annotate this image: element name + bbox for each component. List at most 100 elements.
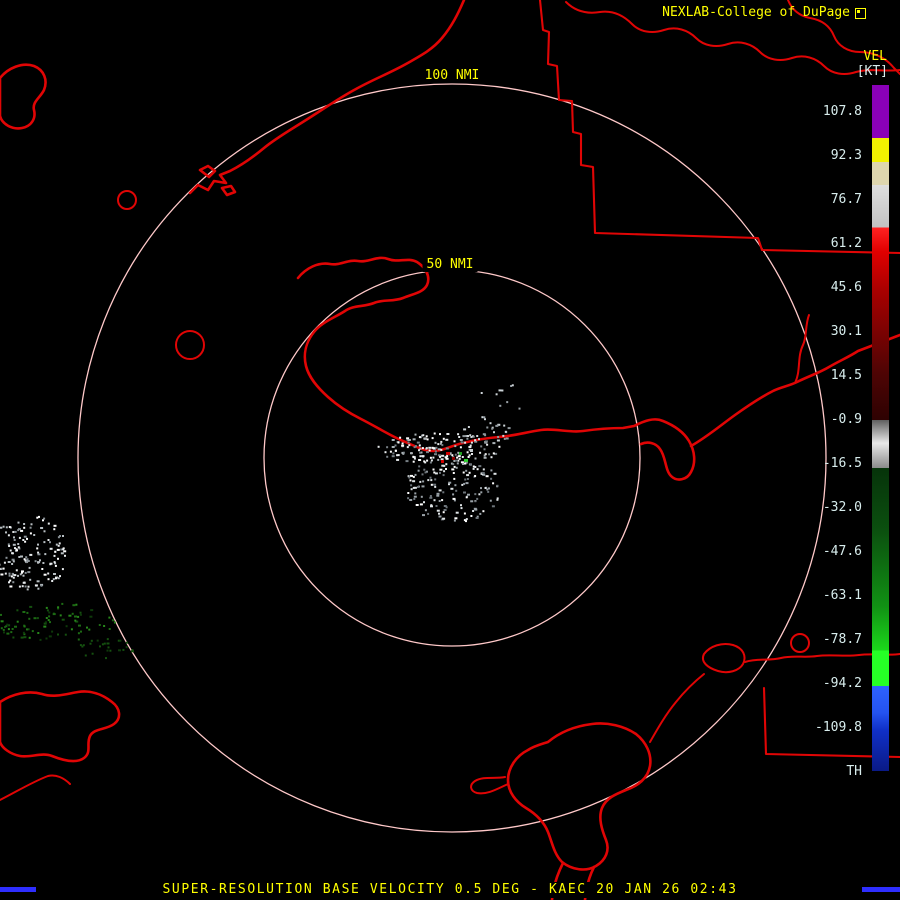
island-northwest-1 <box>198 164 217 179</box>
echo-pixel <box>505 437 509 440</box>
echo-pixel <box>482 433 486 436</box>
echo-pixel <box>48 635 52 638</box>
ring-label-100nmi: 100 NMI <box>420 69 484 83</box>
echo-pixel <box>434 441 437 444</box>
echo-pixel <box>496 484 499 487</box>
echo-pixel <box>45 617 48 619</box>
echo-pixel <box>0 573 4 576</box>
station-flag-icon <box>855 7 866 19</box>
echo-pixel <box>480 445 483 448</box>
echo-pixel <box>53 561 56 564</box>
echo-pixel <box>22 574 25 577</box>
echo-pixel <box>430 459 433 462</box>
echo-pixel <box>125 646 128 649</box>
echo-pixel <box>77 615 80 618</box>
echo-pixel <box>453 477 456 480</box>
echo-pixel <box>453 519 456 522</box>
echo-pixel <box>45 637 48 640</box>
echo-pixel <box>53 528 56 531</box>
echo-pixel <box>410 474 413 477</box>
echo-pixel <box>57 577 60 580</box>
echo-pixel <box>60 552 64 555</box>
echo-pixel <box>492 482 495 485</box>
echo-pixel <box>436 492 440 495</box>
echo-pixel <box>17 546 20 549</box>
echo-pixel <box>42 562 45 564</box>
echo-pixel <box>455 489 458 492</box>
echo-pixel <box>60 548 63 551</box>
echo-pixel <box>396 458 400 461</box>
echo-pixel <box>119 639 122 642</box>
echo-pixel <box>431 446 434 449</box>
echo-pixel <box>422 434 425 437</box>
echo-pixel <box>82 644 85 647</box>
echo-pixel <box>25 561 28 564</box>
echo-pixel <box>22 539 25 541</box>
echo-pixel <box>465 518 468 521</box>
echo-pixel <box>27 571 31 574</box>
echo-pixel <box>109 649 112 652</box>
echo-pixel <box>490 456 493 459</box>
echo-pixel <box>474 493 477 496</box>
echo-pixel <box>422 480 425 483</box>
echo-pixel <box>5 531 7 534</box>
echo-pixel <box>456 462 459 465</box>
echo-pixel <box>423 468 426 471</box>
echo-pixel <box>3 631 5 634</box>
echo-pixel <box>10 575 13 578</box>
echo-pixel <box>412 455 415 458</box>
echo-pixel <box>469 434 472 437</box>
echo-pixel <box>451 454 454 457</box>
echo-pixel <box>479 512 482 515</box>
echo-pixel <box>415 445 417 448</box>
radar-display: NEXLAB-College of DuPage VEL [KT] TH 107… <box>0 0 900 900</box>
echo-pixel <box>13 574 17 577</box>
echo-pixel <box>23 526 26 529</box>
echo-pixel <box>491 427 494 430</box>
echo-pixel <box>49 547 53 550</box>
echo-pixel <box>410 452 412 455</box>
echo-pixel <box>416 441 420 444</box>
echo-pixel <box>29 553 33 556</box>
echo-pixel <box>419 503 423 506</box>
echo-pixel <box>507 427 511 430</box>
echo-pixel <box>24 540 27 543</box>
coastline-northeast-branch <box>689 333 900 448</box>
echo-pixel <box>57 557 59 560</box>
echo-pixel <box>413 457 416 460</box>
echo-pixel <box>474 475 477 477</box>
echo-pixel <box>434 478 437 481</box>
echo-pixel <box>64 554 66 557</box>
echo-pixel <box>57 536 60 539</box>
echo-pixel <box>502 434 505 437</box>
echo-pixel <box>414 473 417 476</box>
echo-pixel <box>88 628 91 631</box>
echo-pixel <box>122 648 125 651</box>
echo-pixel <box>503 437 506 440</box>
echo-pixel <box>464 441 467 444</box>
echo-pixel <box>34 584 38 587</box>
echo-pixel <box>497 436 500 438</box>
velocity-colorbar <box>872 85 889 771</box>
echo-pixel <box>51 630 54 633</box>
echo-pixel <box>12 576 15 579</box>
echo-pixel <box>2 525 5 528</box>
echo-pixel <box>423 501 425 504</box>
echo-pixel <box>0 627 3 630</box>
echo-pixel <box>91 652 94 655</box>
echo-pixel <box>59 575 61 578</box>
echo-pixel <box>441 454 445 457</box>
echo-pixel <box>106 638 109 641</box>
echo-pixel <box>45 606 48 609</box>
pond-oval-east <box>702 643 746 674</box>
echo-pixel <box>26 588 29 591</box>
echo-pixel <box>437 458 440 461</box>
echo-pixel <box>441 444 444 447</box>
echo-pixel <box>476 497 479 500</box>
echo-pixel <box>68 614 72 617</box>
echo-pixel <box>421 473 424 476</box>
echo-pixel <box>466 451 469 454</box>
echo-pixel <box>483 448 486 451</box>
lake-southeast <box>506 722 652 871</box>
echo-pixel <box>454 484 457 487</box>
